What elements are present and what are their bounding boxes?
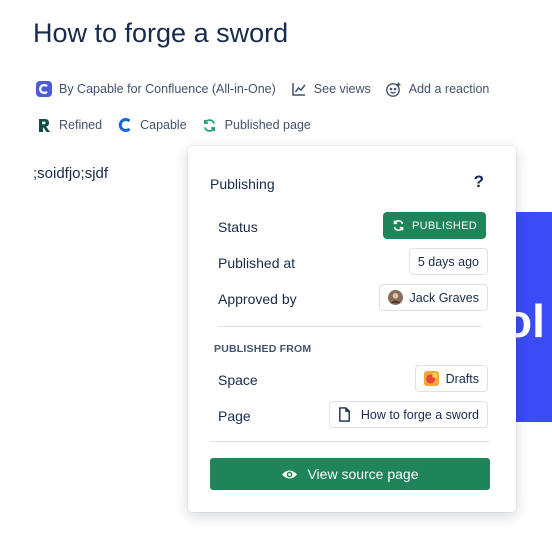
- published-at-label: Published at: [218, 255, 296, 271]
- space-name: Drafts: [445, 371, 479, 386]
- add-reaction-label: Add a reaction: [408, 82, 490, 96]
- page-label: Page: [218, 408, 251, 424]
- see-views-button[interactable]: See views: [290, 80, 371, 98]
- page-body-text: ;soidfjo;sjdf: [33, 165, 109, 182]
- published-page-link[interactable]: Published page: [201, 116, 311, 134]
- capable-link[interactable]: Capable: [116, 116, 187, 134]
- status-row: Refined Capable Published page: [35, 116, 325, 134]
- page-title: How to forge a sword: [33, 18, 289, 48]
- avatar: [387, 290, 403, 305]
- document-icon: [338, 407, 351, 422]
- source-page-name: How to forge a sword: [360, 407, 479, 422]
- published-from-heading: PUBLISHED FROM: [214, 343, 312, 355]
- divider: [210, 441, 490, 442]
- published-at-value: 5 days ago: [408, 248, 488, 275]
- popover-title: Publishing: [210, 176, 275, 192]
- source-page-chip[interactable]: How to forge a sword: [328, 401, 488, 428]
- status-label: Status: [218, 219, 258, 235]
- add-reaction-button[interactable]: Add a reaction: [385, 80, 490, 98]
- space-icon: [423, 371, 439, 386]
- sync-icon: [201, 116, 219, 134]
- view-source-page-button[interactable]: View source page: [210, 458, 490, 490]
- help-button[interactable]: ?: [474, 172, 484, 192]
- eye-icon: [281, 468, 298, 481]
- chart-line-icon: [290, 80, 308, 98]
- capable-c-icon: [116, 116, 134, 134]
- smiley-add-icon: [385, 80, 403, 98]
- app-byline-label: By Capable for Confluence (All-in-One): [59, 82, 276, 96]
- background-image-fragment: ol: [512, 212, 552, 422]
- status-badge: PUBLISHED: [382, 212, 486, 239]
- divider: [218, 326, 482, 327]
- view-source-page-label: View source page: [307, 466, 419, 482]
- space-label: Space: [218, 372, 258, 388]
- sync-icon: [392, 219, 405, 232]
- refined-logo-icon: [35, 116, 53, 134]
- approver-name: Jack Graves: [409, 290, 479, 305]
- refined-link[interactable]: Refined: [35, 116, 102, 134]
- byline-row: By Capable for Confluence (All-in-One) S…: [35, 80, 503, 98]
- publishing-popover: Publishing ? Status PUBLISHED Published …: [188, 146, 516, 512]
- published-page-label: Published page: [224, 118, 311, 132]
- capable-logo-icon: [35, 80, 53, 98]
- space-chip[interactable]: Drafts: [414, 365, 488, 392]
- app-byline-link[interactable]: By Capable for Confluence (All-in-One): [35, 80, 276, 98]
- approved-by-label: Approved by: [218, 291, 297, 307]
- capable-label: Capable: [140, 118, 187, 132]
- status-badge-label: PUBLISHED: [411, 219, 477, 232]
- approver-chip[interactable]: Jack Graves: [378, 284, 488, 311]
- see-views-label: See views: [313, 82, 371, 96]
- background-image-text: ol: [512, 295, 545, 347]
- refined-label: Refined: [59, 118, 103, 132]
